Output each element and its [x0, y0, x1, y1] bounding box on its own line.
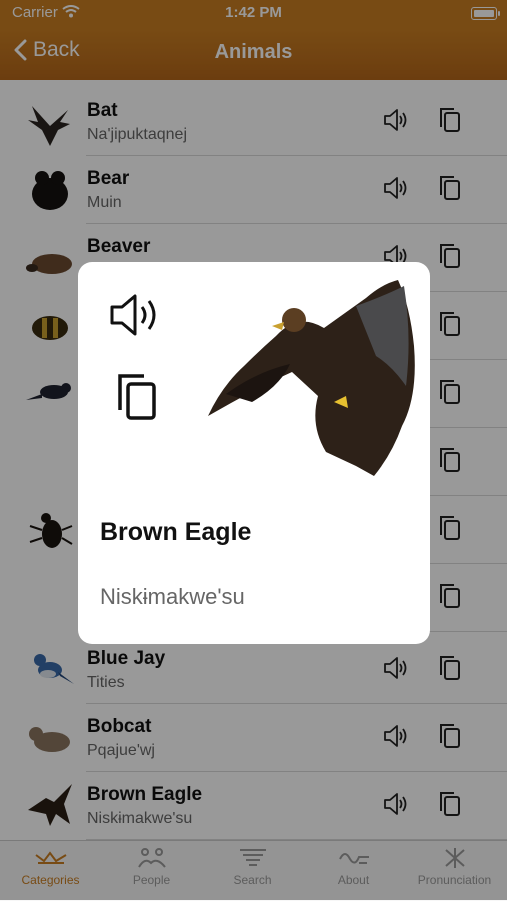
word-detail-popup: Brown Eagle Niskɨmakwe'su	[78, 262, 430, 644]
popup-translation: Niskɨmakwe'su	[100, 584, 245, 609]
speaker-icon[interactable]	[108, 290, 164, 340]
popup-title: Brown Eagle	[100, 518, 252, 546]
brown-eagle-image	[208, 280, 415, 476]
copy-icon[interactable]	[116, 372, 158, 422]
